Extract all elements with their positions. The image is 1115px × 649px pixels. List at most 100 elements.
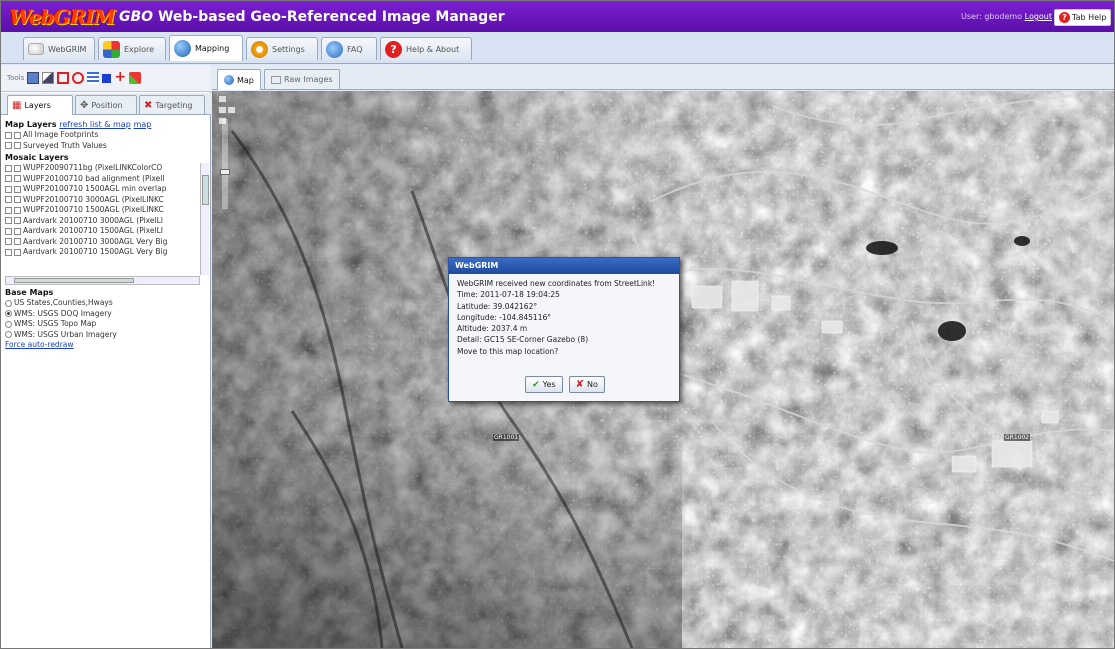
square-tool-icon[interactable] [102, 73, 112, 83]
tab-help-button[interactable]: ? Tab Help [1054, 9, 1112, 26]
pan-north-button[interactable] [218, 95, 227, 103]
dialog-detail: Detail: GC15 SE-Corner Gazebo (8) [457, 335, 589, 345]
base-map-row[interactable]: WMS: USGS DOQ Imagery [5, 309, 209, 320]
dialog-title: WebGRIM [449, 258, 679, 274]
base-map-radio[interactable] [5, 320, 12, 328]
map-layer-row[interactable]: Surveyed Truth Values [5, 141, 209, 152]
dialog-time: Time: 2011-07-18 19:04:25 [457, 290, 560, 300]
pan-west-button[interactable] [218, 106, 227, 114]
base-map-row[interactable]: WMS: USGS Topo Map [5, 319, 209, 330]
layers-icon: ▦ [12, 100, 22, 111]
layer-checkbox[interactable] [14, 238, 21, 246]
no-label: No [586, 380, 598, 389]
mosaic-layer-row[interactable]: Aardvark 20100710 1500AGL Very Big [5, 247, 209, 258]
tab-layers[interactable]: ▦ Layers [7, 95, 73, 115]
tab-help-about[interactable]: ? Help & About [380, 37, 472, 60]
layer-checkbox[interactable] [14, 142, 21, 150]
refresh-link[interactable]: refresh list & map [59, 120, 131, 129]
tab-position[interactable]: ✥ Position [75, 95, 137, 114]
tab-map[interactable]: Map [217, 69, 261, 90]
check-icon: ✔ [532, 379, 540, 390]
yes-button[interactable]: ✔ Yes [525, 376, 563, 393]
tab-targeting[interactable]: ✖ Targeting [139, 95, 205, 114]
lines-tool-icon[interactable] [87, 72, 100, 84]
layer-checkbox[interactable] [5, 142, 12, 150]
layer-checkbox[interactable] [5, 185, 12, 193]
tab-webgrim[interactable]: WebGRIM [23, 37, 95, 60]
mosaic-layer-row[interactable]: WUPF20100710 3000AGL (PixelLINKC [5, 195, 209, 206]
title-bar: WebGRIM GBO Web-based Geo-Referenced Ima… [1, 1, 1114, 32]
layer-checkbox[interactable] [14, 248, 21, 256]
mosaic-layer-label: Aardvark 20100710 3000AGL (PixelLI [23, 215, 163, 225]
tab-explore[interactable]: Explore [98, 37, 166, 60]
layer-checkbox[interactable] [14, 185, 21, 193]
zoom-slider-handle[interactable] [220, 169, 230, 175]
pan-east-button[interactable] [227, 106, 236, 114]
dialog-buttons: ✔ Yes ✘ No [449, 376, 681, 393]
tab-mapping-label: Mapping [195, 44, 230, 53]
layer-checkbox[interactable] [14, 131, 21, 139]
mosaic-vertical-scrollbar[interactable] [200, 163, 209, 275]
user-info: User: gbodemo Logout [961, 12, 1052, 21]
layer-checkbox[interactable] [5, 175, 12, 183]
mosaic-layer-row[interactable]: WUPF20090711bg (PixelLINKColorCO [5, 163, 209, 174]
map-marker-label[interactable]: GR1002 [1004, 434, 1031, 441]
base-map-row[interactable]: WMS: USGS Urban Imagery [5, 330, 209, 341]
base-map-radio[interactable] [5, 299, 12, 307]
base-map-label: US States,Counties,Hways [14, 298, 113, 307]
coordinates-dialog: WebGRIM WebGRIM received new coordinates… [448, 257, 680, 402]
mosaic-layer-label: Aardvark 20100710 1500AGL (PixelLI [23, 226, 163, 235]
tab-mapping[interactable]: Mapping [169, 35, 243, 61]
layer-checkbox[interactable] [14, 164, 21, 172]
crosshair-tool-icon[interactable]: + [114, 70, 126, 84]
mosaic-layer-label: WUPF20100710 bad alignment (Pixell [23, 173, 165, 183]
tab-faq[interactable]: FAQ [321, 37, 377, 60]
layer-checkbox[interactable] [5, 227, 12, 235]
base-map-row[interactable]: US States,Counties,Hways [5, 298, 209, 309]
app-title-prefix: GBO [119, 9, 154, 25]
pointer-tool-icon[interactable] [42, 72, 55, 84]
layer-checkbox[interactable] [5, 196, 12, 204]
mosaic-layer-row[interactable]: Aardvark 20100710 3000AGL (PixelLI [5, 216, 209, 227]
tab-settings[interactable]: Settings [246, 37, 318, 60]
layer-checkbox[interactable] [14, 196, 21, 204]
layer-checkbox[interactable] [5, 206, 12, 214]
map-layer-row[interactable]: All Image Footprints [5, 130, 209, 141]
no-button[interactable]: ✘ No [568, 376, 605, 393]
tab-raw-images[interactable]: Raw Images [264, 69, 340, 89]
mosaic-layer-row[interactable]: WUPF20100710 1500AGL min overlap [5, 184, 209, 195]
map-link[interactable]: map [134, 120, 152, 129]
dialog-altitude: Altitude: 2037.4 m [457, 324, 528, 334]
scroll-thumb[interactable] [202, 175, 209, 205]
layer-checkbox[interactable] [5, 164, 12, 172]
mosaic-layer-row[interactable]: Aardvark 20100710 1500AGL (PixelLI [5, 226, 209, 237]
tab-targeting-label: Targeting [155, 100, 193, 110]
layer-checkbox[interactable] [14, 206, 21, 214]
map-marker-label[interactable]: GR1001 [493, 434, 520, 441]
mosaic-layer-row[interactable]: Aardvark 20100710 3000AGL Very Big [5, 237, 209, 248]
base-map-radio[interactable] [5, 331, 12, 339]
mosaic-layer-row[interactable]: WUPF20100710 bad alignment (Pixell [5, 174, 209, 185]
layer-checkbox[interactable] [5, 217, 12, 225]
mosaic-layer-row[interactable]: WUPF20100710 1500AGL (PixelLINKC [5, 205, 209, 216]
marker-tool-icon[interactable] [129, 72, 142, 84]
layer-checkbox[interactable] [5, 238, 12, 246]
circle-tool-icon[interactable] [72, 72, 85, 84]
force-redraw-link[interactable]: Force auto-redraw [5, 340, 74, 351]
main-tab-bar: WebGRIM Explore Mapping Settings FAQ ? H… [1, 32, 1114, 64]
layer-checkbox[interactable] [5, 248, 12, 256]
layer-checkbox[interactable] [14, 175, 21, 183]
globe-icon [174, 40, 191, 57]
rectangle-tool-icon[interactable] [57, 72, 70, 84]
pan-tool-icon[interactable] [27, 72, 40, 84]
zoom-slider-rail[interactable] [222, 119, 228, 209]
scroll-thumb[interactable] [14, 278, 134, 283]
layer-checkbox[interactable] [14, 217, 21, 225]
layer-checkbox[interactable] [5, 131, 12, 139]
layer-checkbox[interactable] [14, 227, 21, 235]
logout-link[interactable]: Logout [1025, 12, 1052, 21]
mosaic-horizontal-scrollbar[interactable] [5, 276, 200, 285]
base-map-radio[interactable] [5, 310, 12, 318]
tools-toolbar: Tools + [1, 65, 211, 92]
tab-faq-label: FAQ [347, 44, 363, 54]
